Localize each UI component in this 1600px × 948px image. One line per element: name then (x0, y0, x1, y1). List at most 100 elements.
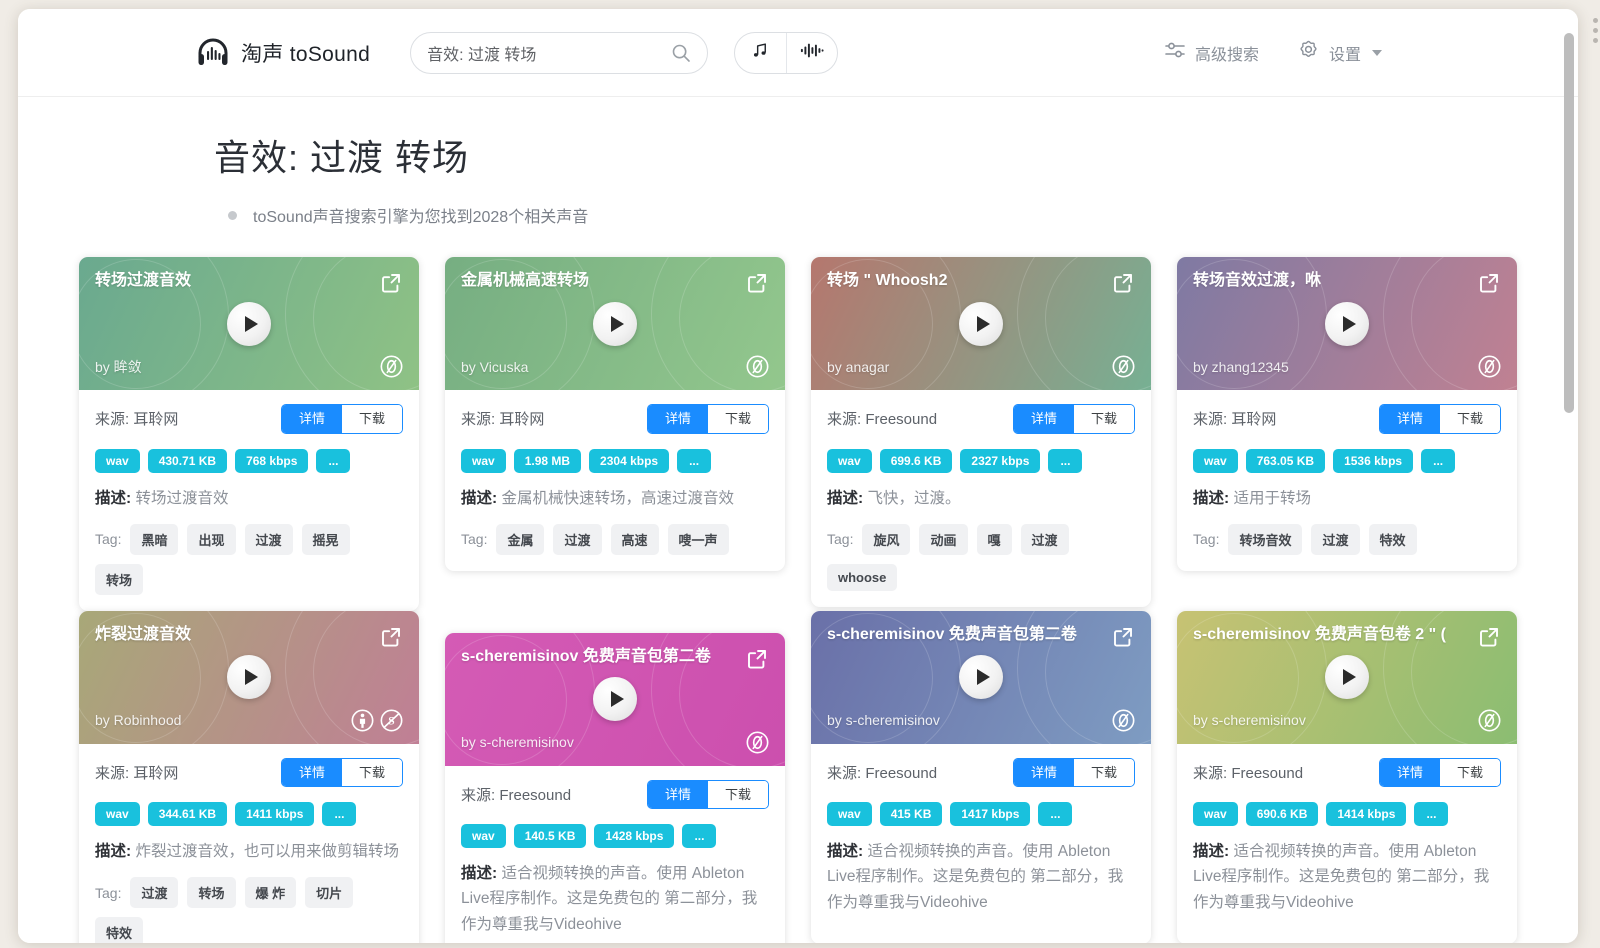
tag-chip[interactable]: 黑暗 (130, 523, 179, 555)
sound-card[interactable]: s-cheremisinov 免费声音包第二卷 by s-cheremisinov… (811, 610, 1151, 943)
detail-button[interactable]: 详情 (647, 780, 708, 809)
card-action-buttons: 详情 下载 (280, 404, 403, 434)
meta-chip-more[interactable]: ... (1048, 448, 1083, 473)
tag-chip[interactable]: 过渡 (244, 523, 293, 555)
play-button[interactable] (959, 655, 1003, 700)
brand-logo-link[interactable]: 淘声 toSound (196, 36, 370, 70)
meta-chip-more[interactable]: ... (677, 448, 712, 473)
download-button[interactable]: 下载 (1073, 405, 1134, 433)
card-tag-row: Tag: 过渡 转场爆 炸切片特效 (95, 877, 403, 943)
tag-chip[interactable]: 过渡 (1311, 523, 1360, 555)
meta-chip: 415 KB (879, 802, 943, 827)
tag-chip[interactable]: 过渡 (553, 523, 602, 555)
tag-chip[interactable]: 过渡 (130, 877, 179, 909)
meta-chip-more[interactable]: ... (682, 824, 717, 849)
tag-label: Tag: (95, 884, 122, 901)
card-action-buttons: 详情 下载 (646, 779, 769, 810)
download-button[interactable]: 下载 (341, 758, 402, 787)
search-input[interactable] (427, 43, 672, 62)
tag-chip[interactable]: 摇晃 (301, 523, 350, 555)
sound-card[interactable]: s-cheremisinov 免费声音包卷 2 " (by s-cheremis… (1177, 610, 1517, 943)
tag-chip[interactable]: 切片 (305, 877, 354, 909)
download-button[interactable]: 下载 (707, 780, 768, 809)
external-link-icon[interactable] (379, 271, 403, 295)
window-menu-dots[interactable] (1593, 18, 1598, 43)
external-link-icon[interactable] (1111, 625, 1135, 649)
mode-music-button[interactable] (735, 33, 786, 73)
download-button[interactable]: 下载 (1439, 405, 1500, 433)
settings-menu[interactable]: 设置 (1297, 39, 1382, 67)
play-button[interactable] (227, 655, 271, 700)
external-link-icon[interactable] (379, 625, 403, 649)
card-action-buttons: 详情 下载 (1012, 757, 1135, 788)
tag-chip[interactable]: 嗖一声 (667, 523, 729, 555)
play-button[interactable] (959, 301, 1003, 346)
tag-chip[interactable]: 出现 (187, 523, 236, 555)
tag-chip[interactable]: 特效 (1368, 523, 1417, 555)
download-button[interactable]: 下载 (1073, 758, 1134, 787)
vertical-scrollbar-thumb[interactable] (1564, 33, 1574, 413)
zero-icon (1478, 709, 1501, 732)
license-badges (1478, 355, 1501, 378)
browser-window: 淘声 toSound 音效: 过渡 转场 高级搜索 设置 音效: 过渡 转场 t… (18, 9, 1578, 943)
advanced-search-button[interactable]: 高级搜索 (1164, 39, 1259, 66)
external-link-icon[interactable] (1111, 271, 1135, 295)
meta-chip-more[interactable]: ... (322, 802, 357, 827)
card-meta-chips: wav 344.61 KB 1411 kbps... (95, 802, 403, 827)
play-button[interactable] (593, 677, 637, 722)
description-text: 适合视频转换的声音。使用 Ableton Live程序制作。这是免费包的 第二部… (461, 865, 758, 933)
detail-button[interactable]: 详情 (647, 405, 708, 433)
detail-button[interactable]: 详情 (281, 758, 342, 787)
sound-card[interactable]: 金属机械高速转场 by Vicuska 来源: 耳聆网 详情 下载 wav 1.98 MB 2… (445, 257, 785, 571)
download-button[interactable]: 下载 (707, 405, 768, 433)
card-source-label: 来源: Freesound (827, 411, 938, 429)
sound-card[interactable]: s-cheremisinov 免费声音包第二卷 by s-cheremisinov… (445, 632, 785, 943)
detail-button[interactable]: 详情 (281, 405, 342, 433)
tag-chip[interactable]: 转场 (187, 877, 236, 909)
play-button[interactable] (227, 301, 271, 346)
card-description: 描述: 适合视频转换的声音。使用 Ableton Live程序制作。这是免费包的… (1193, 839, 1501, 914)
tag-chip[interactable]: 爆 炸 (244, 877, 297, 909)
card-description: 描述: 炸裂过渡音效，也可以用来做剪辑转场 (95, 839, 403, 864)
detail-button[interactable]: 详情 (1013, 758, 1074, 787)
tag-chip[interactable]: 旋风 (862, 523, 911, 555)
play-button[interactable] (593, 301, 637, 346)
download-button[interactable]: 下载 (341, 405, 402, 433)
meta-chip-more[interactable]: ... (1414, 802, 1449, 827)
card-source-label: 来源: 耳聆网 (1193, 411, 1277, 429)
tag-chip[interactable]: 高速 (610, 523, 659, 555)
sound-card[interactable]: 炸裂过渡音效 by Robinhood S 来源: 耳聆网 详情 下载 wav 344.61 … (79, 610, 419, 943)
external-link-icon[interactable] (1477, 625, 1501, 649)
tag-chip[interactable]: 嘎 (976, 523, 1012, 555)
mode-sfx-button[interactable] (785, 32, 838, 73)
meta-chip-more[interactable]: ... (1038, 802, 1073, 827)
tag-chip[interactable]: 转场 (95, 563, 144, 595)
tag-chip[interactable]: 金属 (496, 523, 545, 555)
sound-card[interactable]: 转场过渡音效 by 眸敛 来源: 耳聆网 详情 下载 wav 430.71 KB 768 kb… (79, 257, 419, 611)
detail-button[interactable]: 详情 (1013, 405, 1074, 433)
search-box[interactable] (410, 31, 709, 74)
meta-chip-more[interactable]: ... (1421, 448, 1456, 473)
external-link-icon[interactable] (745, 271, 769, 295)
play-button[interactable] (1325, 301, 1369, 346)
external-link-icon[interactable] (745, 647, 769, 671)
tag-chip[interactable]: whoose (827, 563, 898, 591)
detail-button[interactable]: 详情 (1379, 758, 1440, 787)
tag-chip[interactable]: 过渡 (1020, 523, 1069, 555)
tag-chip[interactable]: 转场音效 (1228, 523, 1303, 555)
meta-chip-more[interactable]: ... (316, 448, 351, 473)
tag-chip[interactable]: 特效 (95, 917, 144, 943)
tag-chip[interactable]: 动画 (919, 523, 968, 555)
external-link-icon[interactable] (1477, 271, 1501, 295)
search-mode-toggle[interactable] (734, 31, 839, 74)
description-text: 炸裂过渡音效，也可以用来做剪辑转场 (131, 843, 399, 861)
search-icon[interactable] (671, 43, 691, 63)
sound-card[interactable]: 转场 " Whoosh2 by anagar 来源: Freesound 详情 下载 wa… (811, 257, 1151, 607)
play-button[interactable] (1325, 655, 1369, 700)
meta-chip: wav (95, 802, 140, 827)
license-badges (380, 355, 403, 378)
sound-card[interactable]: 转场音效过渡，咻 by zhang12345 来源: 耳聆网 详情 下载 wav 763.0… (1177, 257, 1517, 571)
result-count-line: toSound声音搜索引擎为您找到2028个相关声音 (228, 203, 1578, 227)
download-button[interactable]: 下载 (1439, 758, 1500, 787)
detail-button[interactable]: 详情 (1379, 405, 1440, 433)
